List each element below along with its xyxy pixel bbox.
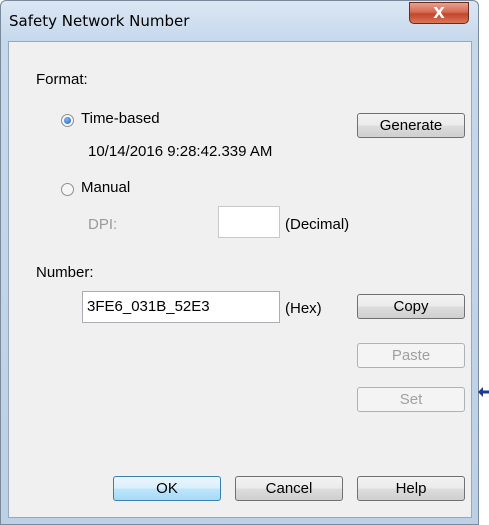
dpi-unit-label: (Decimal) (285, 216, 350, 233)
generate-button[interactable]: Generate (357, 113, 465, 138)
dpi-input[interactable] (218, 206, 280, 238)
cancel-button[interactable]: Cancel (235, 476, 343, 501)
help-button[interactable]: Help (357, 476, 465, 501)
set-button[interactable]: Set (357, 387, 465, 412)
close-icon: X (433, 4, 445, 22)
format-label: Format: (36, 71, 88, 88)
time-based-timestamp: 10/14/2016 9:28:42.339 AM (88, 143, 273, 160)
number-label: Number: (36, 264, 94, 281)
copy-button[interactable]: Copy (357, 294, 465, 319)
time-based-radio[interactable] (61, 114, 74, 127)
close-button[interactable]: X (409, 2, 469, 24)
title-bar[interactable]: Safety Network Number X (1, 1, 478, 41)
manual-radio[interactable] (61, 183, 74, 196)
number-unit-label: (Hex) (285, 300, 322, 317)
ok-button[interactable]: OK (113, 476, 221, 501)
dialog-title: Safety Network Number (9, 12, 190, 30)
number-input[interactable]: 3FE6_031B_52E3 (82, 291, 280, 323)
paste-button[interactable]: Paste (357, 343, 465, 368)
dialog-client-area: Format: Time-based Generate 10/14/2016 9… (8, 41, 472, 518)
dialog-window: Safety Network Number X Format: Time-bas… (0, 0, 479, 525)
left-arrow-icon (478, 387, 489, 397)
dpi-label: DPI: (88, 216, 118, 233)
manual-label[interactable]: Manual (81, 179, 130, 196)
time-based-label[interactable]: Time-based (81, 110, 160, 127)
